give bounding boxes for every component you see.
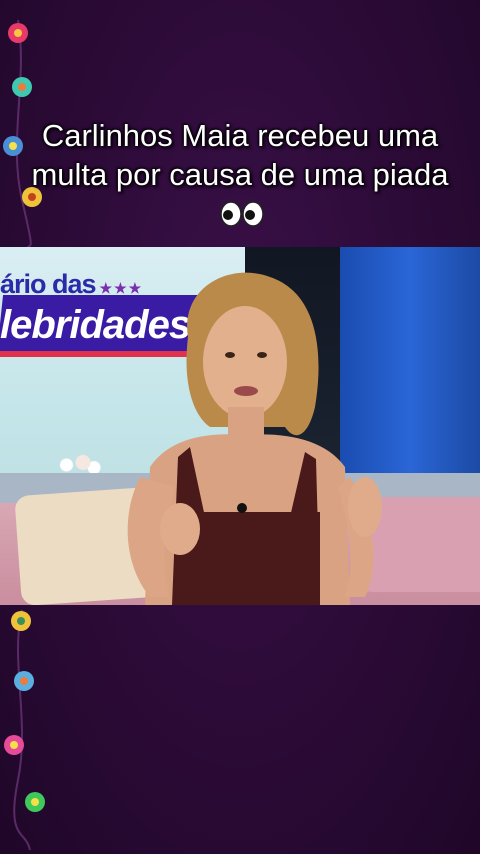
eyes-emoji-icon [220,197,264,236]
video-frame[interactable]: ário das ★★★ lebridades [0,247,480,605]
caption-text: Carlinhos Maia recebeu uma multa por cau… [31,118,449,192]
flower-icon [11,611,31,631]
flower-icon [14,671,34,691]
presenter-figure [127,272,382,605]
flower-icon [12,77,32,97]
flower-icon [4,735,24,755]
video-caption: Carlinhos Maia recebeu uma multa por cau… [20,116,460,236]
flower-icon [25,792,45,812]
flower-icon [8,23,28,43]
